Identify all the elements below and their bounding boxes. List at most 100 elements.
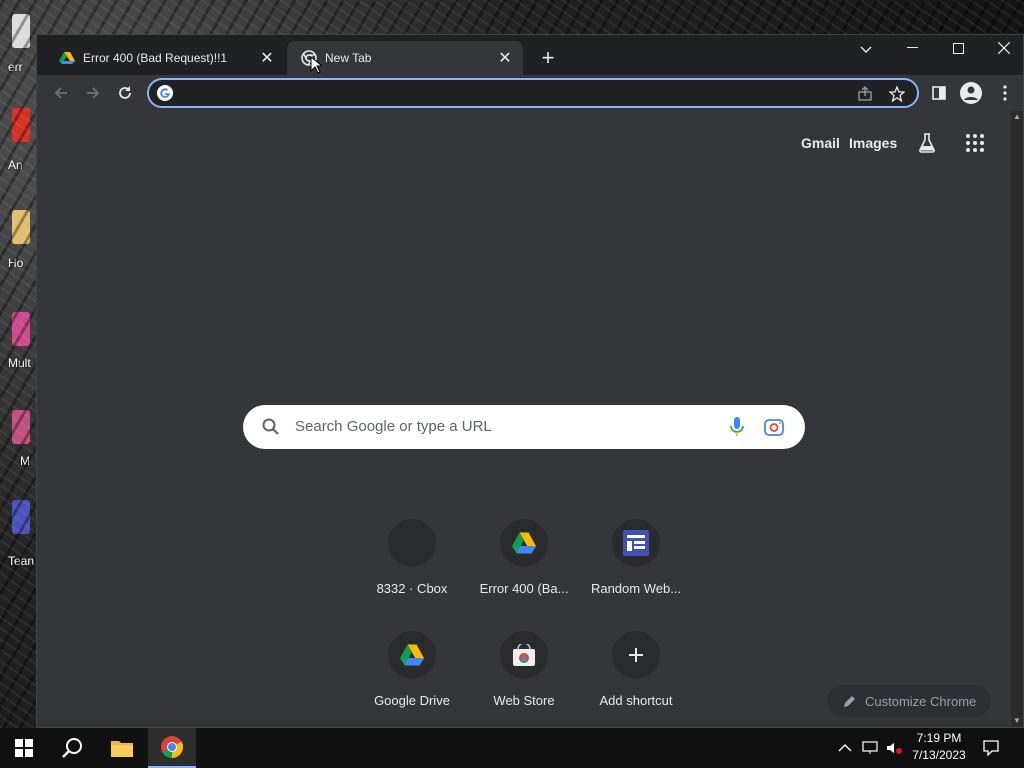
desktop-icon[interactable]: Mult (0, 312, 31, 372)
scroll-up-icon[interactable]: ▲ (1011, 111, 1023, 123)
search-icon (262, 418, 279, 435)
search-placeholder: Search Google or type a URL (295, 418, 492, 435)
folder-icon (111, 741, 133, 757)
pencil-icon (844, 696, 855, 707)
shortcut-tile[interactable]: 8332 · Cbox (356, 519, 468, 619)
folder-icon (12, 210, 30, 244)
star-icon (889, 86, 905, 102)
share-icon (858, 86, 872, 101)
menu-button[interactable] (991, 79, 1019, 107)
shortcut-icon-circle (612, 519, 660, 567)
search-button[interactable] (48, 728, 96, 768)
close-icon[interactable]: ✕ (495, 48, 515, 68)
reload-button[interactable] (111, 79, 139, 107)
desktop-icon-label: Mult (8, 356, 31, 370)
back-button[interactable] (47, 79, 75, 107)
shortcut-label: 8332 · Cbox (376, 581, 448, 596)
new-tab-button[interactable]: + (535, 45, 561, 71)
add-shortcut-button[interactable]: Add shortcut (580, 631, 692, 731)
desktop-icon[interactable]: An (0, 108, 30, 172)
maximize-icon (952, 42, 964, 54)
maximize-button[interactable] (935, 35, 981, 61)
clock[interactable]: 7:19 PM 7/13/2023 (906, 730, 972, 764)
shortcut-tile[interactable]: Web Store (468, 631, 580, 731)
notifications-button[interactable] (968, 728, 1014, 768)
gmail-link[interactable]: Gmail (801, 135, 840, 151)
app-icon (12, 312, 30, 346)
shortcut-icon-circle (500, 519, 548, 567)
shortcut-label: Web Store (493, 693, 555, 708)
blank-icon (388, 519, 436, 567)
plus-icon (629, 648, 643, 662)
kebab-menu-icon (1003, 85, 1007, 101)
address-bar[interactable] (147, 78, 919, 108)
shortcut-icon-circle (612, 631, 660, 679)
start-button[interactable] (0, 728, 48, 768)
images-link[interactable]: Images (849, 135, 897, 151)
tab-error-400[interactable]: Error 400 (Bad Request)!!1 ✕ (45, 41, 285, 75)
share-button[interactable] (855, 84, 875, 104)
chrome-taskbar-button[interactable] (148, 728, 196, 768)
notification-icon (983, 740, 999, 756)
desktop-icon[interactable]: Tean (0, 500, 34, 568)
windows-icon (15, 739, 33, 757)
google-g-icon (157, 85, 173, 101)
shortcut-tile[interactable]: Google Drive (356, 631, 468, 731)
volume-muted-icon[interactable] (886, 741, 902, 755)
desktop-icon-label: M (20, 454, 30, 468)
side-panel-icon (932, 86, 946, 100)
clock-date: 7/13/2023 (912, 748, 966, 762)
avatar-icon (960, 82, 982, 104)
new-tab-page: Gmail Images Search Google or type a URL (37, 111, 1013, 727)
tab-search-button[interactable] (843, 37, 889, 63)
desktop-icon-label: Ho (8, 256, 24, 270)
clock-time: 7:19 PM (916, 731, 962, 745)
close-window-button[interactable] (981, 35, 1024, 61)
address-input[interactable] (179, 82, 839, 104)
labs-flask-icon[interactable] (915, 131, 939, 155)
mouse-cursor-icon (310, 56, 322, 74)
tab-title: New Tab (325, 51, 372, 65)
shortcut-label: Google Drive (374, 693, 450, 708)
page-scrollbar[interactable]: ▲ ▼ (1011, 111, 1023, 727)
arrow-left-icon (54, 87, 67, 99)
app-icon (12, 108, 30, 142)
side-panel-button[interactable] (925, 79, 953, 107)
google-drive-icon (512, 532, 536, 554)
network-icon[interactable] (862, 741, 878, 755)
shortcut-tile[interactable]: Error 400 (Ba... (468, 519, 580, 619)
chrome-icon (161, 736, 183, 758)
profile-button[interactable] (957, 79, 985, 107)
shortcut-icon-circle (388, 631, 436, 679)
reload-icon (119, 86, 131, 99)
google-apps-icon[interactable] (963, 131, 987, 155)
web-store-icon (513, 644, 535, 666)
shortcut-label: Error 400 (Ba... (479, 581, 569, 596)
customize-chrome-button[interactable]: Customize Chrome (827, 685, 991, 717)
arrow-right-icon (87, 87, 100, 99)
file-icon (12, 14, 30, 48)
shortcut-tile[interactable]: Random Web... (580, 519, 692, 619)
desktop-icon[interactable]: err (0, 14, 30, 74)
system-tray (838, 728, 902, 768)
desktop-icon[interactable]: Ho (0, 210, 30, 270)
minimize-icon (906, 47, 918, 48)
file-explorer-button[interactable] (98, 728, 146, 768)
webpage-icon (623, 530, 649, 556)
shortcut-label: Random Web... (590, 581, 682, 596)
desktop-icon-label: err (8, 60, 23, 74)
google-search-box[interactable]: Search Google or type a URL (243, 405, 805, 449)
forward-button[interactable] (79, 79, 107, 107)
title-bar: Error 400 (Bad Request)!!1 ✕ New Tab ✕ + (37, 35, 1023, 75)
minimize-button[interactable] (889, 35, 935, 61)
scroll-down-icon[interactable]: ▼ (1011, 715, 1023, 727)
close-icon[interactable]: ✕ (257, 48, 277, 68)
tab-title: Error 400 (Bad Request)!!1 (83, 51, 228, 65)
chevron-up-icon[interactable] (838, 743, 852, 753)
toolbar (37, 75, 1023, 111)
google-lens-icon[interactable] (763, 417, 785, 437)
desktop-icon[interactable]: M (0, 410, 30, 470)
tab-new-tab[interactable]: New Tab ✕ (287, 41, 523, 75)
microphone-icon[interactable] (727, 416, 747, 438)
bookmark-button[interactable] (887, 84, 907, 104)
